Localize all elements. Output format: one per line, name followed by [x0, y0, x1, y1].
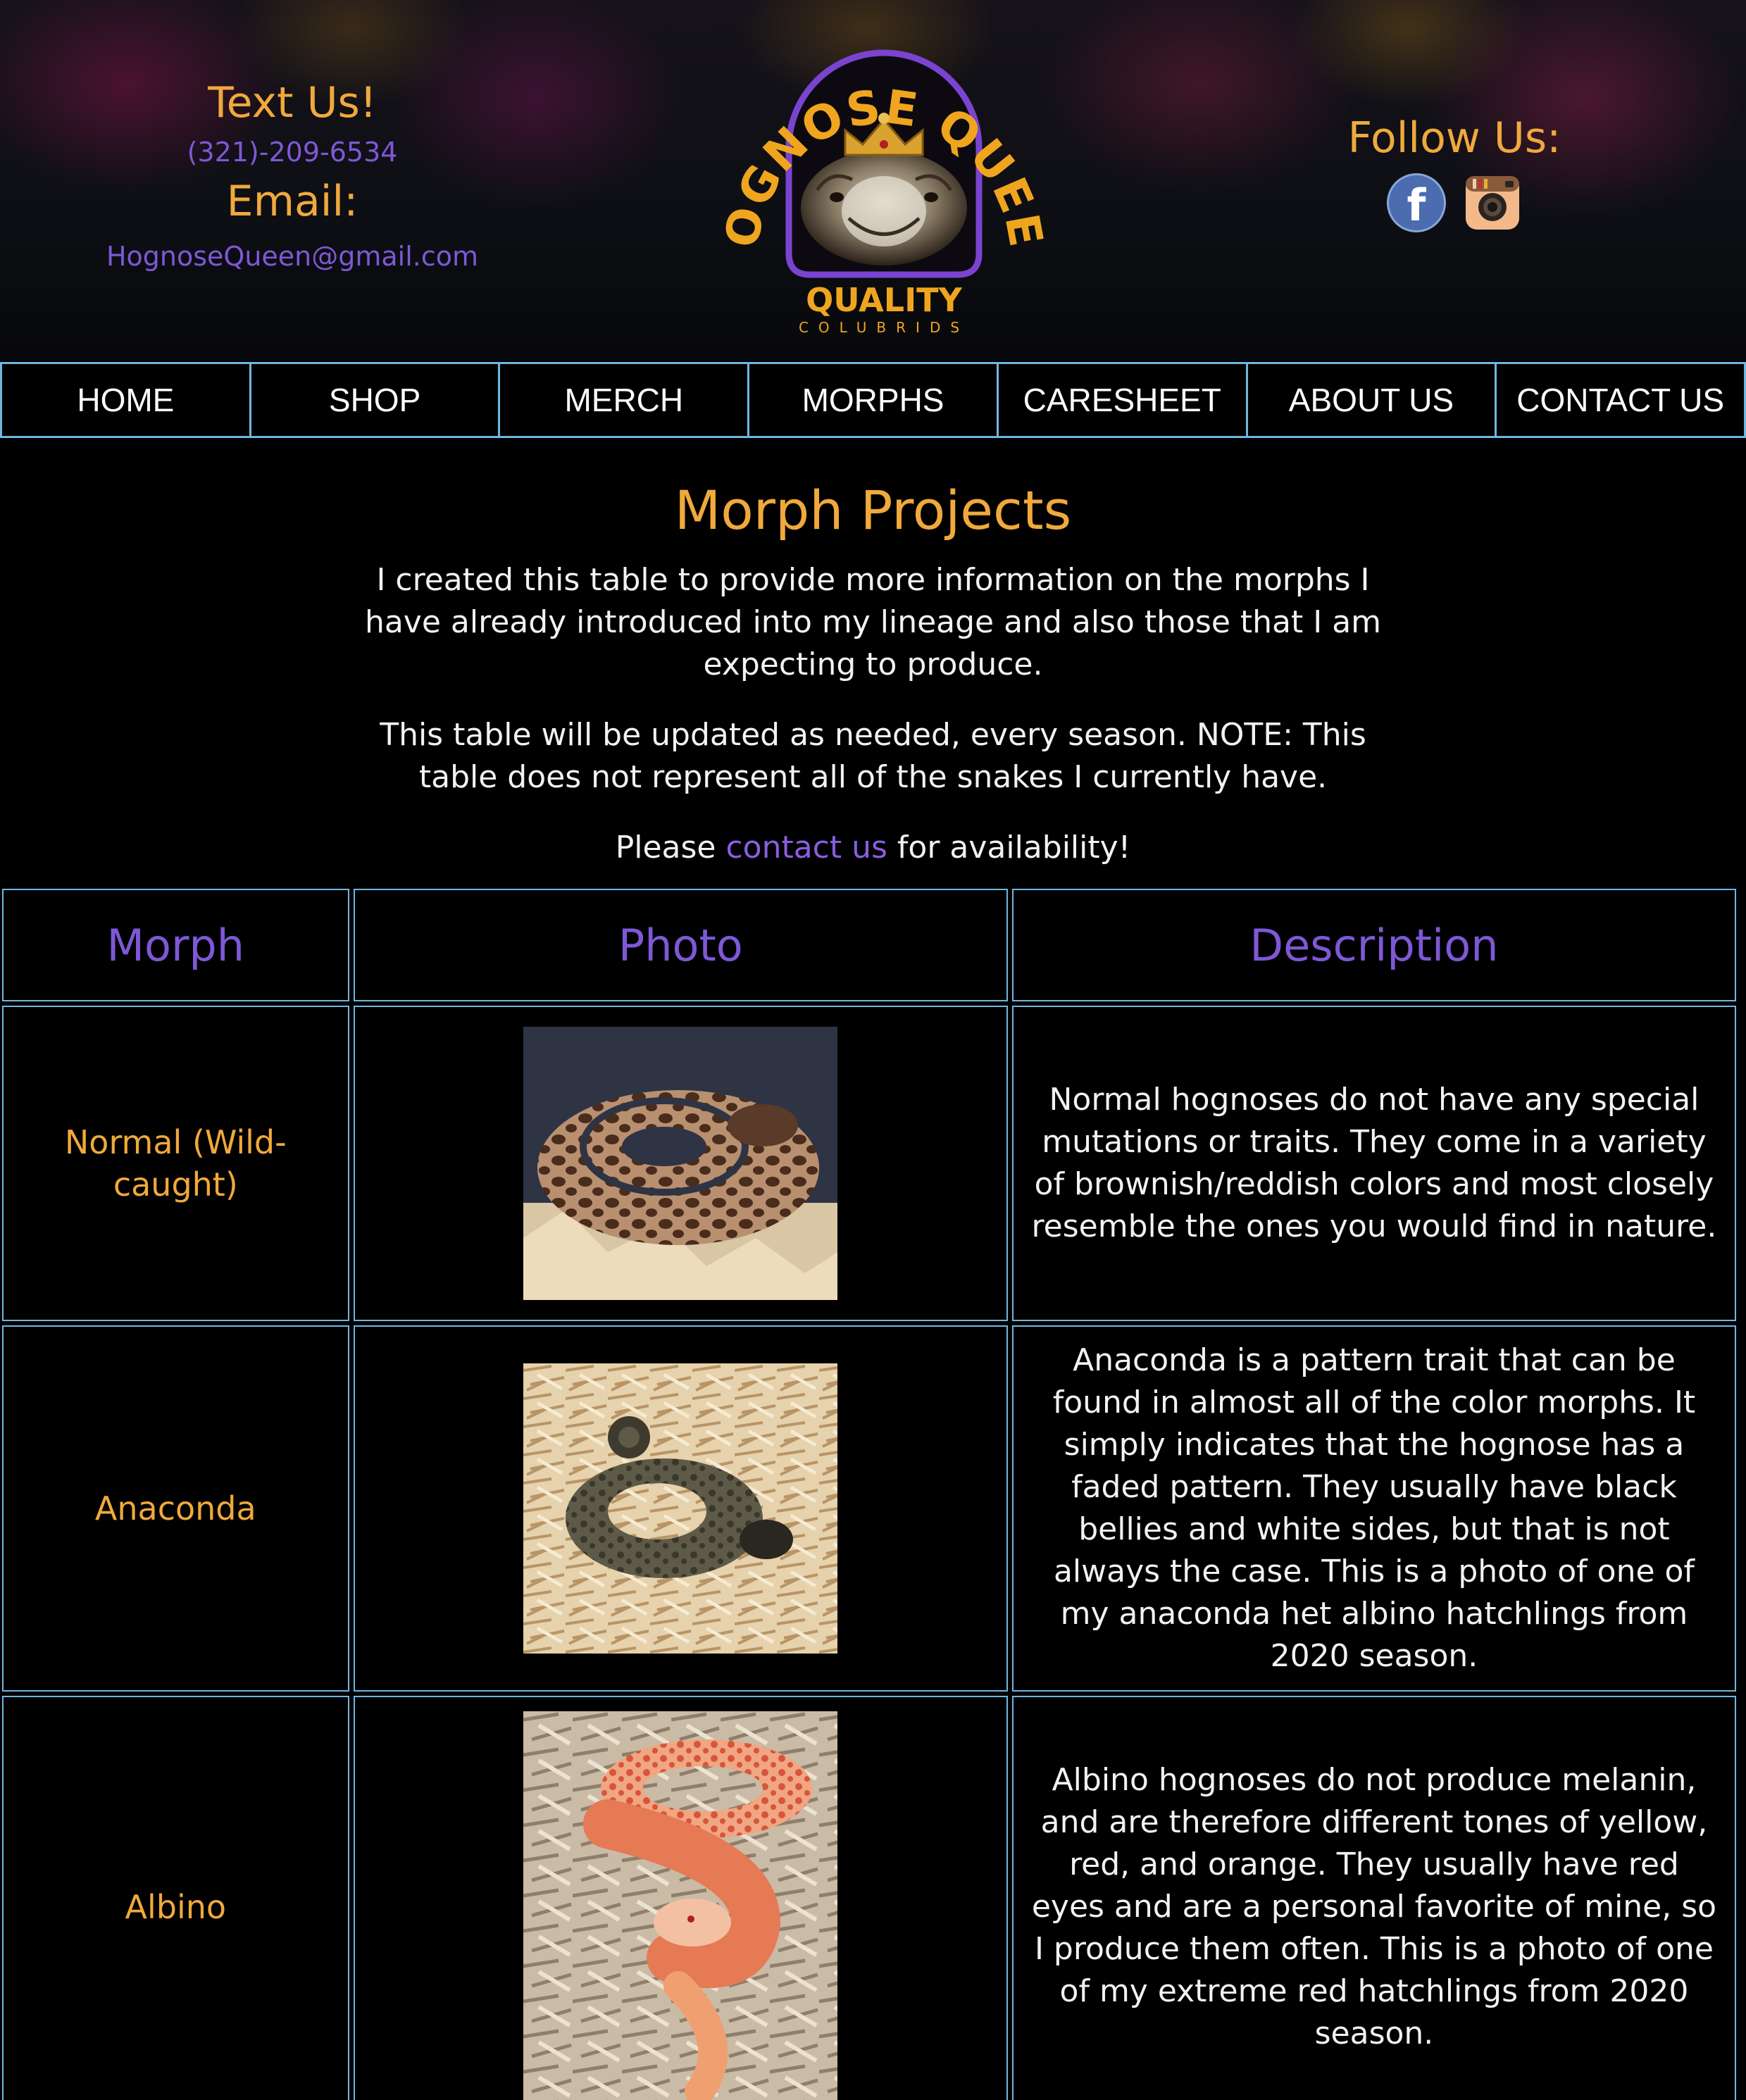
description-cell: Normal hognoses do not have any special … — [1011, 1006, 1736, 1321]
morph-description: Normal hognoses do not have any special … — [1031, 1082, 1717, 1244]
morph-cell: Albino — [2, 1696, 349, 2100]
email-link[interactable]: HognoseQueen@gmail.com — [70, 241, 514, 272]
header-description: Description — [1011, 889, 1736, 1001]
description-cell: Albino hognoses do not produce melanin, … — [1011, 1696, 1736, 2100]
table-header-row: Morph Photo Description — [2, 889, 1736, 1001]
photo-cell — [353, 1325, 1008, 1692]
morph-name: Normal (Wild-caught) — [64, 1123, 287, 1204]
anaconda-hognose-photo[interactable] — [523, 1363, 838, 1654]
nav-shop[interactable]: SHOP — [249, 362, 501, 438]
table-row: Anaconda Anaconda is a pattern trait tha… — [2, 1325, 1736, 1692]
text-us-label: Text Us! — [208, 78, 377, 127]
table-row: Albino Albino hognoses do not produce me… — [2, 1696, 1736, 2100]
availability-text-before: Please — [615, 830, 726, 865]
availability-note: Please contact us for availability! — [363, 827, 1384, 869]
morph-description: Albino hognoses do not produce melanin, … — [1031, 1762, 1717, 2051]
page-title: Morph Projects — [674, 479, 1072, 542]
phone-link[interactable]: (321)-209-6534 — [70, 137, 514, 168]
nav-morphs[interactable]: MORPHS — [747, 362, 999, 438]
photo-cell — [353, 1006, 1008, 1321]
follow-us-label: Follow Us: — [1347, 113, 1561, 163]
contact-info: Text Us! (321)-209-6534 Email: HognoseQu… — [70, 77, 514, 272]
morph-description: Anaconda is a pattern trait that can be … — [1052, 1342, 1696, 1674]
header-morph: Morph — [2, 889, 349, 1001]
morph-cell: Normal (Wild-caught) — [2, 1006, 349, 1321]
normal-hognose-photo[interactable] — [523, 1027, 838, 1300]
site-header: Text Us! (321)-209-6534 Email: HognoseQu… — [0, 0, 1746, 361]
albino-hognose-photo[interactable] — [523, 1711, 838, 2100]
header-photo: Photo — [353, 889, 1008, 1001]
contact-us-link[interactable]: contact us — [725, 830, 887, 865]
instagram-icon[interactable] — [1463, 173, 1522, 232]
morph-table: Morph Photo Description Normal (Wild-cau… — [0, 885, 1740, 2100]
photo-cell — [353, 1696, 1008, 2100]
nav-contact-us[interactable]: CONTACT US — [1495, 362, 1746, 438]
hognose-queen-logo[interactable]: HOGNOSE QUEEN QUALITY COLUBRIDS — [718, 7, 1049, 338]
nav-about-us[interactable]: ABOUT US — [1245, 362, 1497, 438]
intro-section: Morph Projects I created this table to p… — [0, 472, 1746, 869]
email-label: Email: — [226, 177, 358, 226]
logo-quality-text: QUALITY — [806, 281, 962, 319]
logo-colubrids-text: COLUBRIDS — [799, 319, 969, 336]
nav-caresheet[interactable]: CARESHEET — [996, 362, 1248, 438]
social-links: f — [1310, 173, 1599, 232]
intro-paragraph-2: This table will be updated as needed, ev… — [380, 717, 1366, 795]
morph-name: Albino — [125, 1888, 227, 1926]
follow-us: Follow Us: f — [1310, 113, 1599, 232]
morph-name: Anaconda — [94, 1489, 256, 1527]
main-nav: HOME SHOP MERCH MORPHS CARESHEET ABOUT U… — [0, 362, 1746, 438]
nav-merch[interactable]: MERCH — [498, 362, 750, 438]
availability-text-after: for availability! — [887, 830, 1131, 865]
table-row: Normal (Wild-caught) Normal hognoses do … — [2, 1006, 1736, 1321]
morph-cell: Anaconda — [2, 1325, 349, 1692]
nav-home[interactable]: HOME — [0, 362, 251, 438]
description-cell: Anaconda is a pattern trait that can be … — [1011, 1325, 1736, 1692]
facebook-icon[interactable]: f — [1387, 173, 1446, 232]
intro-paragraph-1: I created this table to provide more inf… — [364, 562, 1382, 682]
